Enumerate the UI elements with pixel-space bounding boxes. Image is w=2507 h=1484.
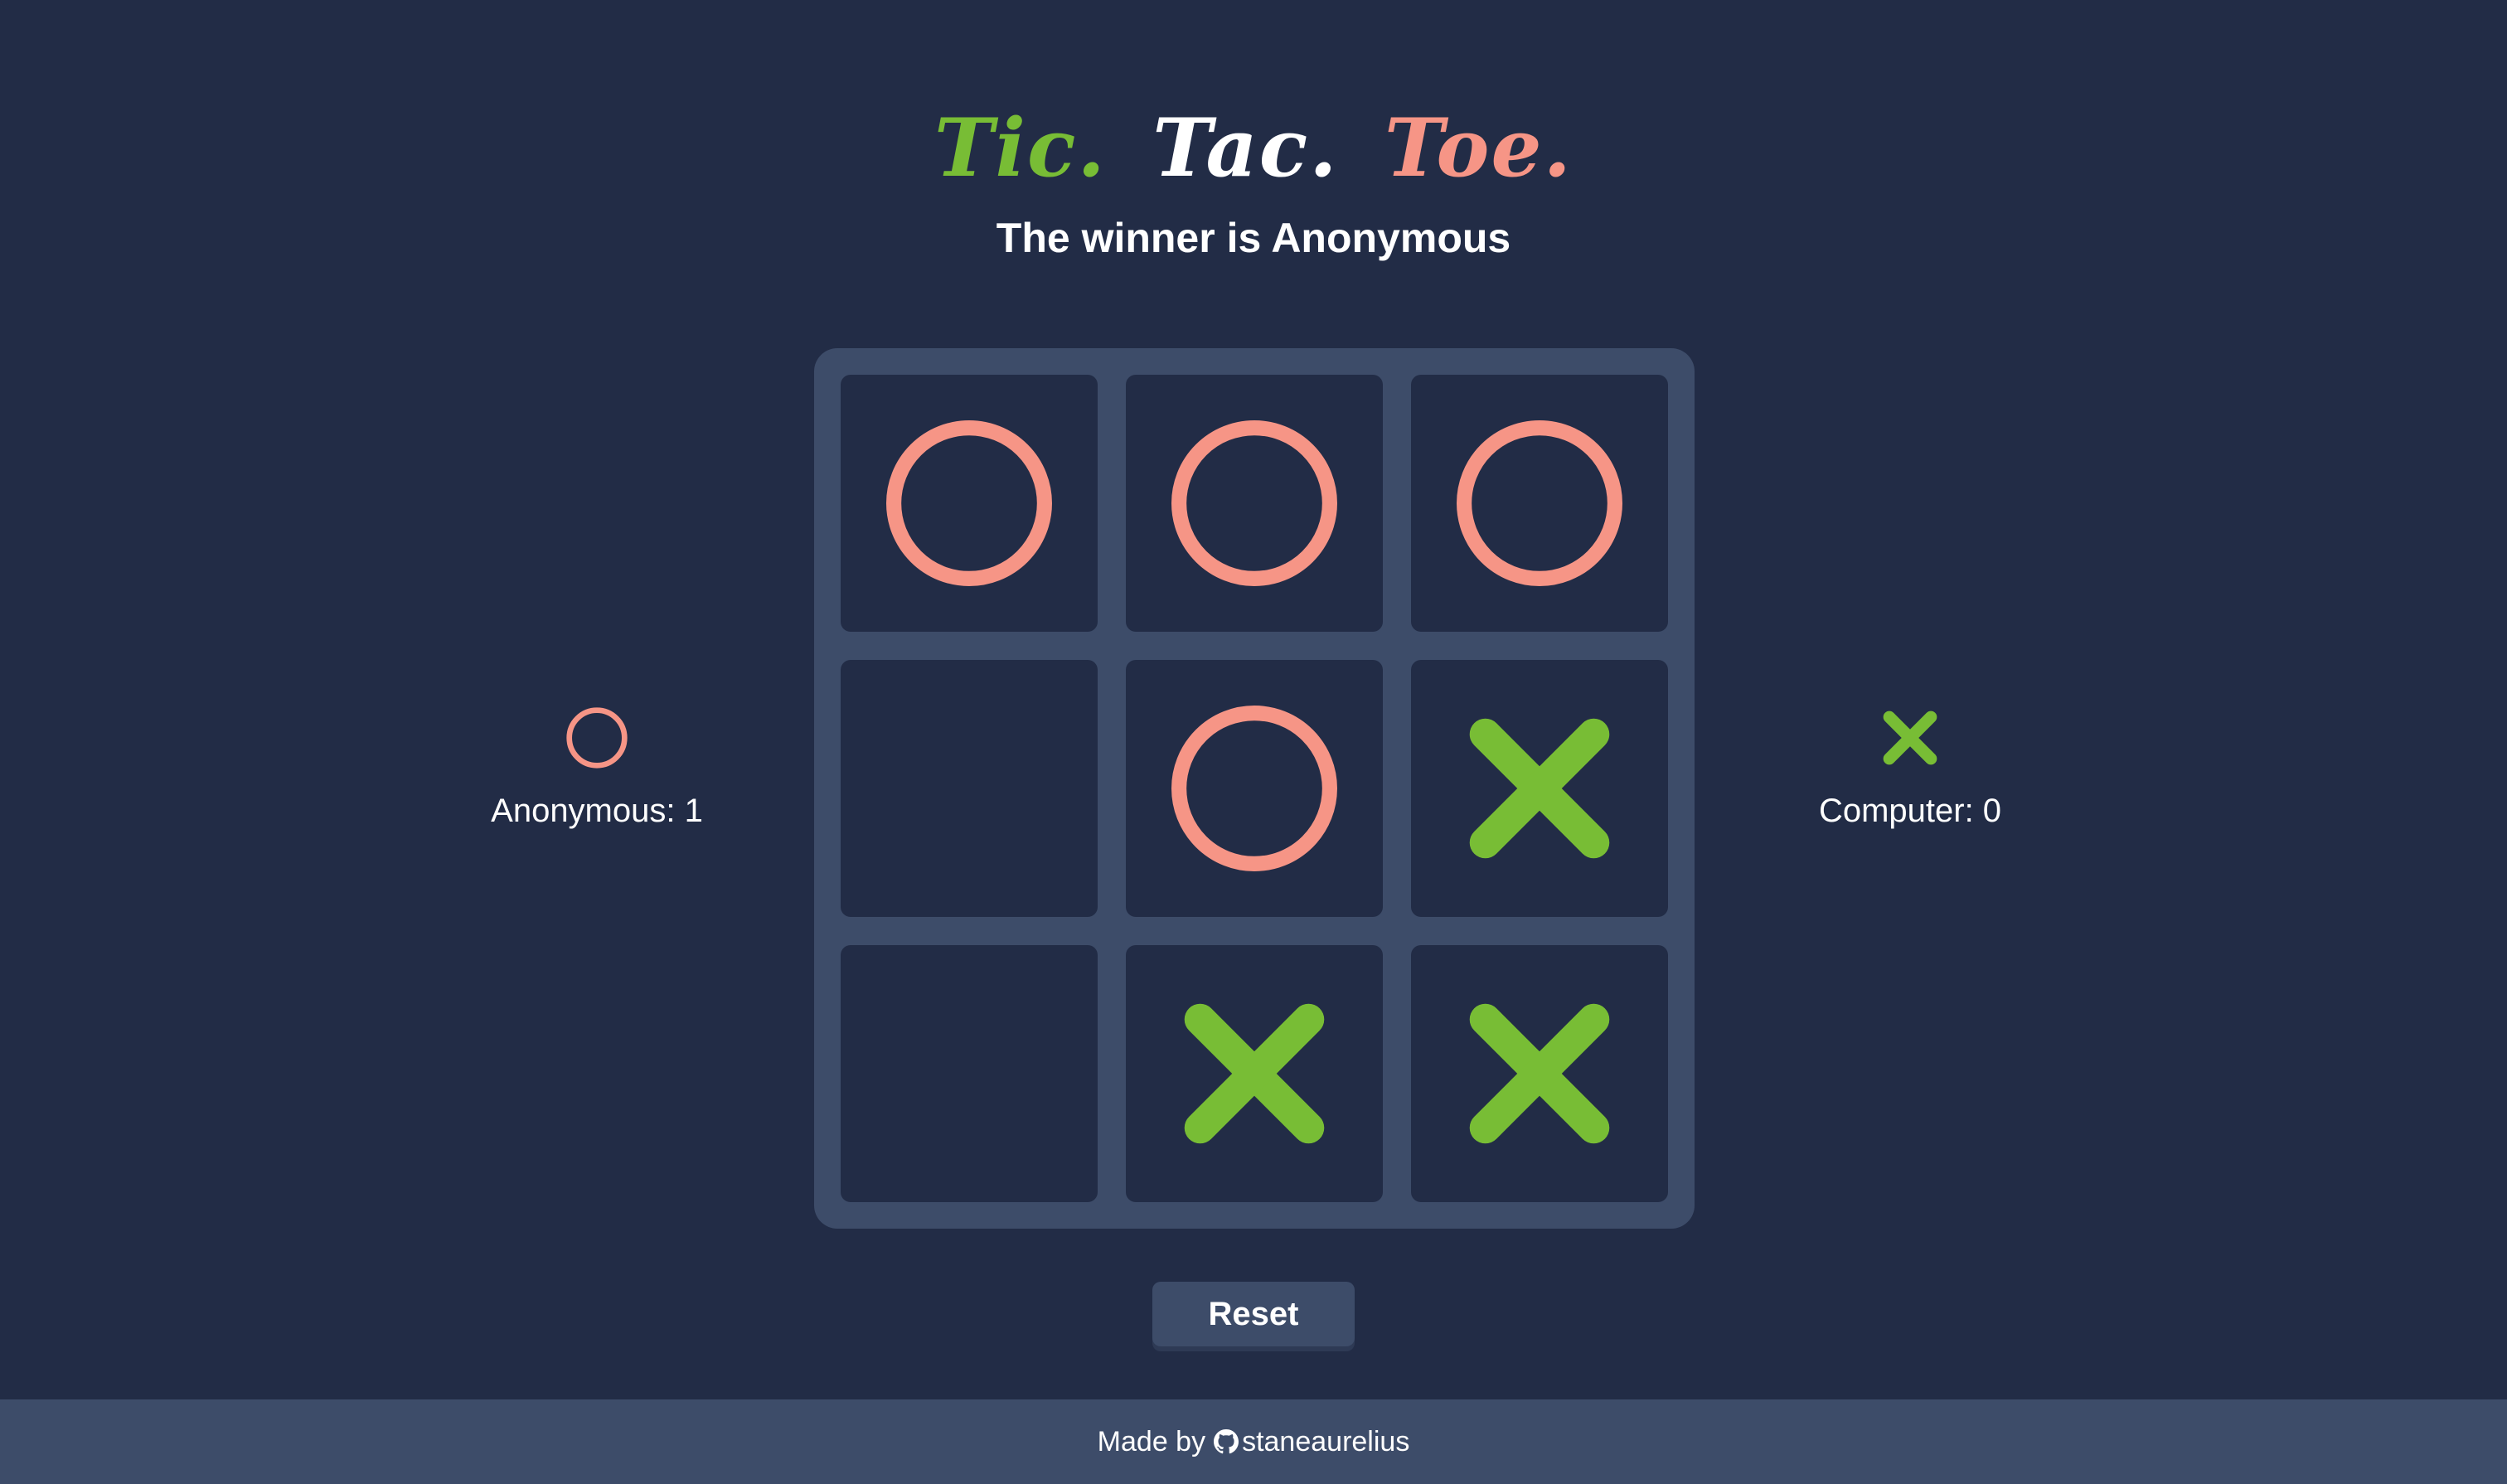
x-mark-icon — [1469, 1003, 1610, 1144]
game-status: The winner is Anonymous — [996, 215, 1511, 261]
x-mark-icon — [1883, 710, 1937, 765]
board-cell-3[interactable] — [1411, 375, 1668, 632]
board-cell-9[interactable] — [1411, 945, 1668, 1202]
o-mark-icon — [566, 707, 628, 769]
board-cell-4[interactable] — [841, 660, 1098, 917]
game-page: Tic. Tac. Toe. The winner is Anonymous A… — [0, 0, 2507, 1484]
title-word-tac: Tac. — [1152, 101, 1339, 196]
o-mark-icon — [886, 420, 1052, 586]
x-mark-icon — [1469, 718, 1610, 859]
game-board — [814, 348, 1695, 1229]
reset-button[interactable]: Reset — [1152, 1282, 1355, 1346]
footer: Made by staneaurelius — [0, 1399, 2507, 1484]
o-mark-icon — [1457, 420, 1622, 586]
author-link[interactable]: staneaurelius — [1214, 1426, 1409, 1458]
o-mark-icon — [1171, 706, 1337, 871]
x-mark-icon — [1184, 1003, 1325, 1144]
board-cell-8[interactable] — [1126, 945, 1383, 1202]
board-cell-5[interactable] — [1126, 660, 1383, 917]
player-right: Computer: 0 — [1736, 705, 2084, 834]
title-word-toe: Toe. — [1384, 101, 1573, 196]
title-word-tic: Tic. — [934, 101, 1107, 196]
player-right-symbol-icon — [1736, 705, 2084, 771]
board-cell-1[interactable] — [841, 375, 1098, 632]
player-left-symbol-icon — [423, 705, 771, 771]
player-left-score: Anonymous: 1 — [491, 793, 703, 829]
board-cell-6[interactable] — [1411, 660, 1668, 917]
board-cell-7[interactable] — [841, 945, 1098, 1202]
player-right-score: Computer: 0 — [1818, 793, 2002, 829]
author-name: staneaurelius — [1242, 1425, 1410, 1457]
o-mark-icon — [1171, 420, 1337, 586]
github-icon — [1214, 1429, 1239, 1454]
board-cell-2[interactable] — [1126, 375, 1383, 632]
game-title: Tic. Tac. Toe. — [0, 95, 2507, 202]
footer-prefix: Made by — [1097, 1425, 1206, 1457]
player-left: Anonymous: 1 — [423, 705, 771, 834]
